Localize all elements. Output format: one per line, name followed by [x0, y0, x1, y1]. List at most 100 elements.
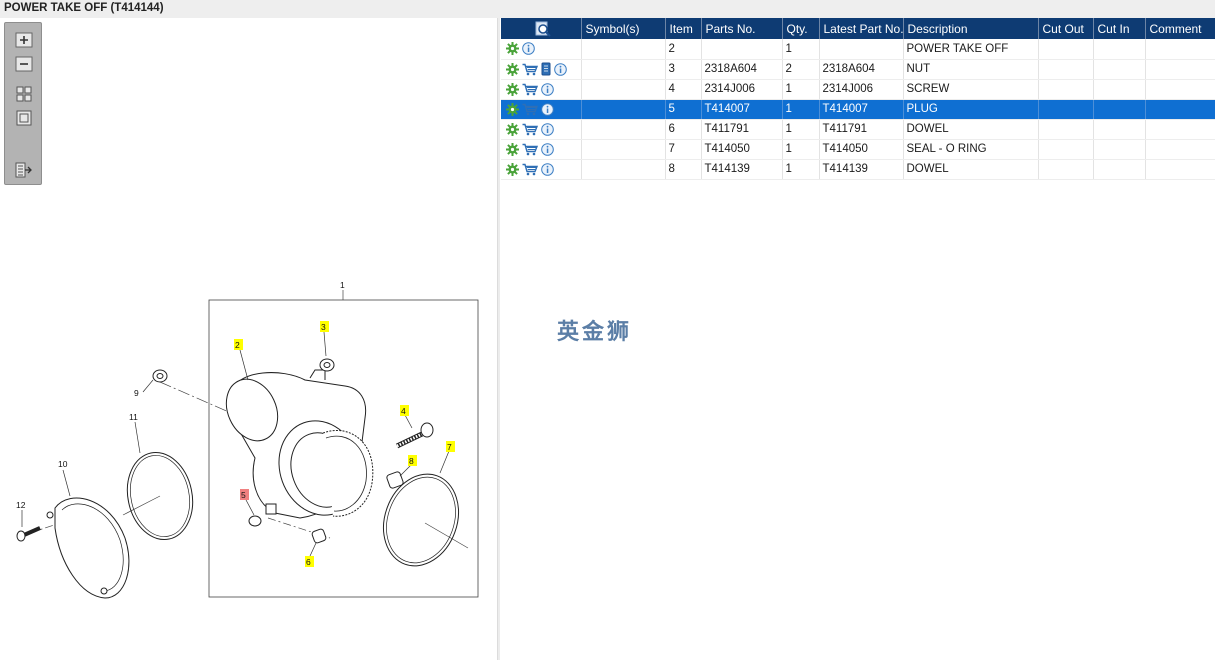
callout-5[interactable]: 5: [241, 490, 246, 500]
fit-grid-icon[interactable]: [14, 85, 34, 103]
info-icon[interactable]: [554, 62, 567, 76]
cart-icon[interactable]: [522, 123, 538, 136]
actual-size-icon[interactable]: [14, 109, 34, 127]
cell-qty[interactable]: 1: [782, 119, 820, 140]
cell-item[interactable]: 7: [665, 139, 702, 160]
cell-qty[interactable]: 1: [782, 99, 820, 120]
callout-11[interactable]: 11: [129, 412, 138, 422]
table-row[interactable]: 8 T414139 1 T414139 DOWEL: [501, 159, 1215, 180]
zoom-out-icon[interactable]: [14, 55, 34, 73]
table-row[interactable]: 6 T411791 1 T411791 DOWEL: [501, 119, 1215, 140]
column-header-cut-in[interactable]: Cut In: [1093, 18, 1146, 39]
cell-latest-part-no[interactable]: 2314J006: [819, 79, 904, 100]
info-icon[interactable]: [522, 42, 535, 56]
cell-latest-part-no[interactable]: T414139: [819, 159, 904, 180]
table-row[interactable]: 5 T414007 1 T414007 PLUG: [501, 99, 1215, 120]
gear-icon[interactable]: [506, 102, 519, 116]
table-row[interactable]: 4 2314J006 1 2314J006 SCREW: [501, 79, 1215, 100]
row-actions: [501, 79, 582, 100]
cart-icon[interactable]: [522, 83, 538, 96]
cell-description[interactable]: PLUG: [903, 99, 1039, 120]
cell-parts-no[interactable]: T414007: [701, 99, 783, 120]
gear-icon[interactable]: [506, 62, 519, 76]
cell-cut-out: [1038, 39, 1094, 60]
gear-icon[interactable]: [506, 162, 519, 176]
cell-item[interactable]: 2: [665, 39, 702, 60]
cell-parts-no[interactable]: T414139: [701, 159, 783, 180]
search-preview-icon[interactable]: [535, 21, 551, 37]
gear-icon[interactable]: [506, 122, 519, 136]
callout-7[interactable]: 7: [447, 442, 452, 452]
cell-parts-no[interactable]: 2318A604: [701, 59, 783, 80]
cart-icon[interactable]: [522, 163, 538, 176]
column-header-item[interactable]: Item: [665, 18, 702, 39]
cell-latest-part-no[interactable]: T411791: [819, 119, 904, 140]
column-header-parts-no[interactable]: Parts No.: [701, 18, 783, 39]
cell-latest-part-no[interactable]: 2318A604: [819, 59, 904, 80]
gear-icon[interactable]: [506, 42, 519, 56]
cell-latest-part-no[interactable]: T414050: [819, 139, 904, 160]
cart-icon[interactable]: [522, 143, 538, 156]
cell-qty[interactable]: 1: [782, 159, 820, 180]
cart-icon[interactable]: [522, 103, 538, 116]
column-header-cut-out[interactable]: Cut Out: [1038, 18, 1094, 39]
cart-icon[interactable]: [522, 63, 538, 76]
cell-parts-no[interactable]: 2314J006: [701, 79, 783, 100]
column-header-qty[interactable]: Qty.: [782, 18, 820, 39]
callout-6[interactable]: 6: [306, 557, 311, 567]
callout-2[interactable]: 2: [235, 340, 240, 350]
cell-parts-no[interactable]: T411791: [701, 119, 783, 140]
column-header-latest-part-no[interactable]: Latest Part No.: [819, 18, 904, 39]
column-header-comment[interactable]: Comment: [1145, 18, 1215, 39]
callout-10[interactable]: 10: [58, 459, 68, 469]
cell-item[interactable]: 3: [665, 59, 702, 80]
cell-description[interactable]: NUT: [903, 59, 1039, 80]
document-icon[interactable]: [541, 62, 551, 76]
info-icon[interactable]: [541, 82, 554, 96]
cell-description[interactable]: SEAL - O RING: [903, 139, 1039, 160]
info-icon[interactable]: [541, 162, 554, 176]
callout-9[interactable]: 9: [134, 388, 139, 398]
table-row[interactable]: 7 T414050 1 T414050 SEAL - O RING: [501, 139, 1215, 160]
cell-cut-out: [1038, 159, 1094, 180]
gear-icon[interactable]: [506, 142, 519, 156]
pane-splitter[interactable]: [497, 18, 500, 660]
info-icon[interactable]: [541, 122, 554, 136]
cell-latest-part-no[interactable]: T414007: [819, 99, 904, 120]
zoom-in-icon[interactable]: [14, 31, 34, 49]
column-header-symbols[interactable]: Symbol(s): [581, 18, 666, 39]
cell-description[interactable]: DOWEL: [903, 119, 1039, 140]
callout-12[interactable]: 12: [16, 500, 26, 510]
cell-description[interactable]: DOWEL: [903, 159, 1039, 180]
callout-3[interactable]: 3: [321, 322, 326, 332]
cell-qty[interactable]: 2: [782, 59, 820, 80]
table-row[interactable]: 2 1 POWER TAKE OFF: [501, 39, 1215, 60]
info-icon[interactable]: [541, 102, 554, 116]
cell-cut-in: [1093, 99, 1146, 120]
cell-item[interactable]: 8: [665, 159, 702, 180]
callout-4[interactable]: 4: [401, 406, 406, 416]
cell-item[interactable]: 4: [665, 79, 702, 100]
page-title: POWER TAKE OFF (T414144): [0, 0, 1215, 18]
cell-parts-no[interactable]: [701, 39, 783, 60]
cell-description[interactable]: POWER TAKE OFF: [903, 39, 1039, 60]
callout-8[interactable]: 8: [409, 456, 414, 466]
table-row[interactable]: 3 2318A604 2 2318A604 NUT: [501, 59, 1215, 80]
info-icon[interactable]: [541, 142, 554, 156]
export-icon[interactable]: [14, 161, 34, 179]
cell-description[interactable]: SCREW: [903, 79, 1039, 100]
callout-1[interactable]: 1: [340, 280, 345, 290]
column-header-search[interactable]: [501, 18, 582, 39]
cell-parts-no[interactable]: T414050: [701, 139, 783, 160]
screw-part: [395, 422, 434, 449]
gear-icon[interactable]: [506, 82, 519, 96]
column-header-description[interactable]: Description: [903, 18, 1039, 39]
cell-item[interactable]: 6: [665, 119, 702, 140]
cell-latest-part-no[interactable]: [819, 39, 904, 60]
cell-qty[interactable]: 1: [782, 39, 820, 60]
cell-item[interactable]: 5: [665, 99, 702, 120]
cover-part: [46, 497, 130, 599]
watermark: 英金狮: [557, 320, 633, 345]
cell-qty[interactable]: 1: [782, 139, 820, 160]
cell-qty[interactable]: 1: [782, 79, 820, 100]
